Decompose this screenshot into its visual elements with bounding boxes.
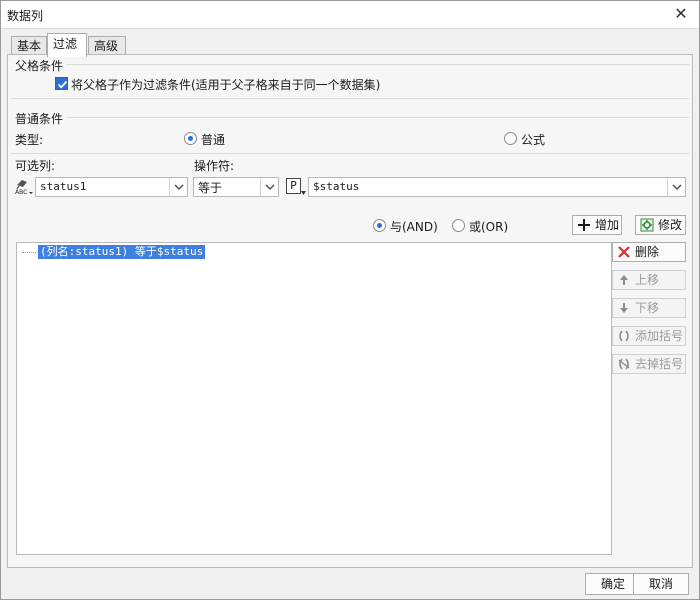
type-normal-radio[interactable]: [184, 132, 197, 145]
remove-bracket-button[interactable]: 去掉括号: [612, 354, 686, 374]
parent-filter-label: 将父格子作为过滤条件(适用于父子格来自于同一个数据集): [71, 78, 381, 92]
condition-list[interactable]: (列名:status1) 等于$status: [16, 242, 612, 555]
parameter-type-icon[interactable]: P: [286, 178, 301, 194]
parent-filter-checkbox[interactable]: [55, 77, 68, 90]
delete-button-label: 删除: [635, 245, 660, 259]
add-bracket-button-label: 添加括号: [635, 329, 684, 343]
chevron-down-icon[interactable]: [169, 178, 187, 196]
ok-button-label: 确定: [600, 577, 625, 591]
logic-and-radio[interactable]: [373, 219, 386, 232]
divider: [11, 98, 689, 99]
svg-text:ABC: ABC: [15, 189, 27, 196]
chevron-down-icon: [301, 191, 306, 195]
abc-column-icon[interactable]: ABC: [14, 177, 34, 197]
chevron-down-icon[interactable]: [667, 178, 685, 196]
red-x-icon: [618, 246, 630, 258]
type-formula-radio[interactable]: [504, 132, 517, 145]
logic-and-label: 与(AND): [390, 218, 438, 235]
delete-button[interactable]: 删除: [612, 242, 686, 262]
arrow-up-icon: [620, 275, 628, 285]
condition-list-item[interactable]: (列名:status1) 等于$status: [38, 245, 206, 259]
column-select-value: status1: [40, 180, 87, 193]
move-up-button[interactable]: 上移: [612, 270, 686, 290]
value-input-text: $status: [313, 180, 360, 193]
add-button-label: 增加: [595, 218, 620, 232]
window-title: 数据列: [7, 9, 44, 23]
cancel-button-label: 取消: [648, 577, 673, 591]
normal-condition-title: 普通条件: [15, 112, 64, 126]
modify-button-label: 修改: [658, 218, 683, 232]
tree-connector: [22, 252, 36, 253]
tab-basic[interactable]: 基本: [11, 36, 47, 56]
chevron-down-icon[interactable]: [260, 178, 278, 196]
cancel-button[interactable]: 取消: [633, 573, 689, 595]
divider: [67, 64, 689, 65]
arrow-down-icon: [620, 303, 628, 313]
remove-bracket-button-label: 去掉括号: [635, 357, 684, 371]
value-input[interactable]: $status: [308, 177, 686, 197]
operator-select[interactable]: 等于: [193, 177, 279, 197]
tab-filter-label: 过滤: [53, 37, 78, 51]
add-bracket-button[interactable]: 添加括号: [612, 326, 686, 346]
tab-basic-label: 基本: [17, 39, 42, 53]
column-select[interactable]: status1: [35, 177, 188, 197]
operator-select-value: 等于: [198, 181, 223, 195]
logic-or-text: 或(OR): [469, 220, 509, 234]
move-up-button-label: 上移: [635, 273, 660, 287]
tab-advanced-label: 高级: [94, 39, 119, 53]
column-label: 可选列:: [15, 159, 56, 173]
add-button[interactable]: 增加: [572, 215, 622, 235]
modify-button[interactable]: 修改: [635, 215, 686, 235]
logic-or-radio[interactable]: [452, 219, 465, 232]
remove-parentheses-icon: [618, 358, 630, 370]
tab-advanced[interactable]: 高级: [88, 36, 126, 56]
title-bar: 数据列 ✕: [1, 1, 699, 29]
close-icon[interactable]: ✕: [671, 4, 691, 24]
move-down-button-label: 下移: [635, 301, 660, 315]
divider: [11, 153, 689, 154]
checkmark-icon: [57, 80, 68, 89]
data-column-dialog: 数据列 ✕ 基本 过滤 高级 父格条件 将父格子作为过滤条件(适用于父子格来自于…: [0, 0, 700, 600]
parentheses-icon: [619, 330, 629, 342]
parameter-badge-text: P: [290, 179, 297, 192]
divider: [67, 117, 689, 118]
logic-or-label: 或(OR): [469, 218, 508, 235]
parent-condition-title: 父格条件: [15, 59, 64, 73]
edit-gear-icon: [640, 218, 654, 232]
move-down-button[interactable]: 下移: [612, 298, 686, 318]
type-normal-label: 普通: [201, 133, 226, 147]
logic-and-text: 与(AND): [390, 220, 438, 234]
plus-icon: [578, 219, 590, 231]
type-label: 类型:: [15, 133, 44, 147]
type-formula-label: 公式: [521, 133, 546, 147]
tab-filter[interactable]: 过滤: [47, 33, 87, 57]
operator-label: 操作符:: [194, 159, 235, 173]
